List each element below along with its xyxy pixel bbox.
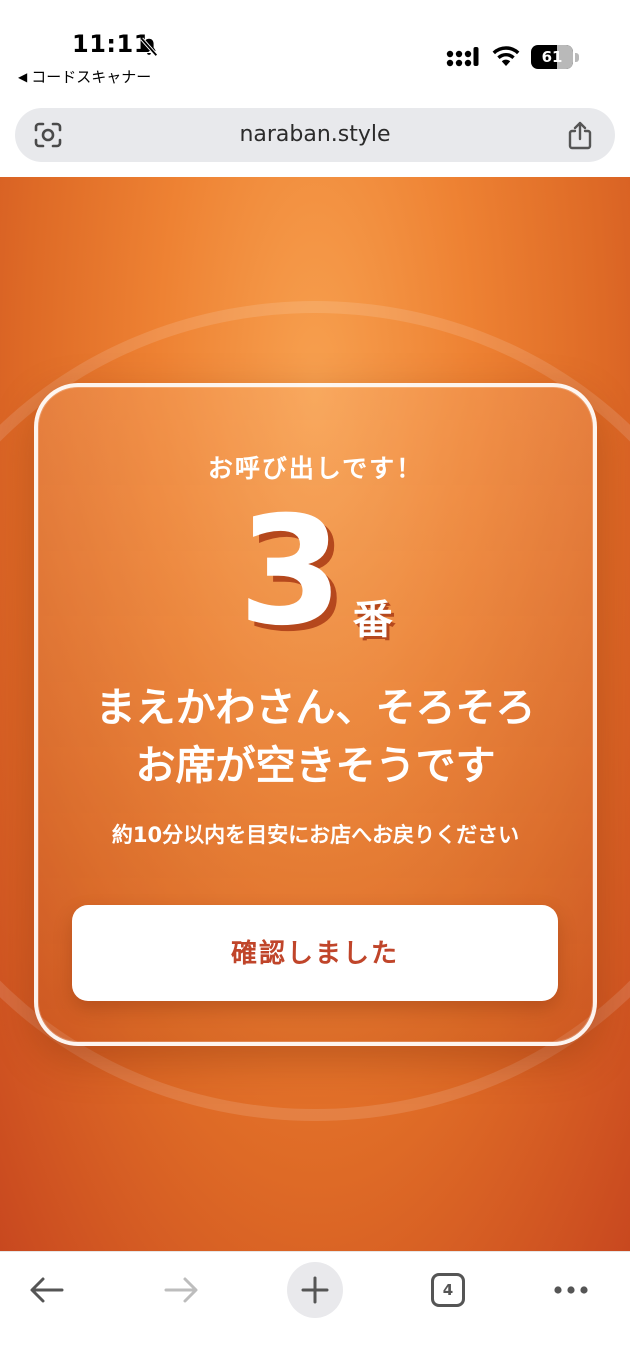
bell-slash-icon [140, 37, 158, 57]
back-arrow-icon [30, 1277, 64, 1303]
battery-level: 61 [541, 48, 563, 66]
browser-toolbar: 4 [0, 1251, 630, 1368]
queue-number: 3 [238, 485, 343, 659]
tabs-icon: 4 [431, 1273, 465, 1307]
url-text[interactable]: naraban.style [15, 108, 615, 162]
queue-number-suffix: 番 [352, 597, 393, 643]
address-bar[interactable]: naraban.style [15, 108, 615, 162]
call-card: お呼び出しです！ 3 番 まえかわさん、そろそろ お席が空きそうです 約10分以… [34, 383, 597, 1046]
new-tab-circle [287, 1262, 343, 1318]
forward-button[interactable] [151, 1260, 211, 1320]
back-app-label: コードスキャナー [31, 68, 152, 86]
confirm-button-label: 確認しました [230, 938, 399, 968]
tabs-button[interactable]: 4 [418, 1260, 478, 1320]
more-icon [554, 1286, 588, 1294]
plus-icon [301, 1276, 329, 1304]
camera-lens-icon[interactable] [33, 121, 63, 149]
new-tab-button[interactable] [285, 1260, 345, 1320]
sub-message: 約10分以内を目安にお店へお戻りください [111, 823, 520, 847]
battery-body: 61 [531, 45, 573, 69]
battery-icon: 61 [531, 45, 579, 69]
tab-count: 4 [442, 1281, 454, 1299]
call-heading: お呼び出しです！ [207, 454, 424, 483]
forward-arrow-icon [164, 1277, 198, 1303]
signal-icon [446, 47, 479, 67]
main-message: まえかわさん、そろそろ お席が空きそうです [38, 679, 593, 795]
back-triangle-icon: ◀ [18, 69, 28, 84]
message-line-1: まえかわさん、そろそろ [95, 685, 536, 731]
wifi-icon [492, 46, 520, 66]
message-line-2: お席が空きそうです [135, 743, 496, 789]
status-bar: 11:11 ◀ コードスキャナー 61 [0, 0, 630, 100]
share-icon[interactable] [566, 120, 594, 150]
more-button[interactable] [541, 1260, 601, 1320]
queue-number-row: 3 番 [38, 497, 593, 647]
battery-cap [575, 53, 579, 62]
confirm-button[interactable]: 確認しました [72, 905, 558, 1001]
back-to-app-link[interactable]: ◀ コードスキャナー [18, 66, 151, 87]
page-content: お呼び出しです！ 3 番 まえかわさん、そろそろ お席が空きそうです 約10分以… [0, 177, 630, 1251]
back-button[interactable] [17, 1260, 77, 1320]
